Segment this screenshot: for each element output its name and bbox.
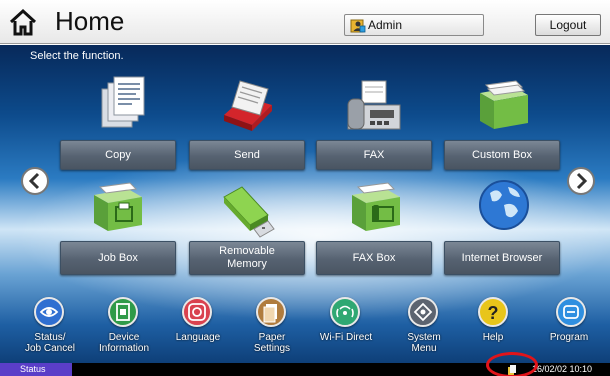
send-icon[interactable] [218, 75, 278, 135]
instruction-text: Select the function. [30, 50, 124, 62]
user-login-field: Admin [344, 14, 484, 36]
wifi-direct-label[interactable]: Wi-Fi Direct [311, 332, 381, 343]
program-label[interactable]: Program [534, 332, 604, 343]
svg-text:?: ? [488, 303, 499, 323]
wifi-icon[interactable] [330, 297, 360, 327]
fax-icon[interactable] [344, 77, 404, 137]
device-info-icon[interactable] [108, 297, 138, 327]
paper-settings-label[interactable]: Paper Settings [237, 332, 307, 354]
help-icon[interactable]: ? [478, 297, 508, 327]
device-information-label[interactable]: Device Information [89, 332, 159, 354]
copy-button[interactable]: Copy [60, 140, 176, 170]
send-button[interactable]: Send [189, 140, 305, 170]
user-name-label: Admin [368, 18, 403, 32]
highlight-circle [486, 352, 538, 376]
custom-box-icon[interactable] [474, 75, 534, 135]
program-icon[interactable] [556, 297, 586, 327]
system-menu-label[interactable]: System Menu [389, 332, 459, 354]
removable-memory-button[interactable]: Removable Memory [189, 241, 305, 275]
language-icon[interactable] [182, 297, 212, 327]
usb-memory-icon[interactable] [216, 183, 276, 243]
admin-user-icon [350, 19, 366, 33]
chevron-left-icon [28, 172, 40, 190]
header-bar: Home Admin Logout [0, 0, 610, 44]
status-icon[interactable] [34, 297, 64, 327]
internet-browser-button[interactable]: Internet Browser [444, 241, 560, 275]
system-menu-icon[interactable] [408, 297, 438, 327]
fax-box-icon[interactable] [346, 177, 406, 237]
paper-icon[interactable] [256, 297, 286, 327]
function-panel: Select the function. Copy Send FAX Custo… [0, 45, 610, 363]
globe-icon[interactable] [474, 175, 534, 235]
help-label[interactable]: Help [458, 332, 528, 343]
next-page-button[interactable] [567, 167, 595, 195]
custom-box-button[interactable]: Custom Box [444, 140, 560, 170]
home-icon[interactable] [8, 8, 38, 36]
job-box-button[interactable]: Job Box [60, 241, 176, 275]
fax-box-button[interactable]: FAX Box [316, 241, 432, 275]
page-title: Home [55, 6, 125, 36]
chevron-right-icon [576, 172, 588, 190]
status-job-cancel-label[interactable]: Status/Job Cancel [15, 332, 85, 354]
date-time: 16/02/02 10:10 [532, 364, 593, 374]
status-button[interactable]: Status [0, 363, 72, 376]
job-box-icon[interactable] [88, 177, 148, 237]
language-label[interactable]: Language [163, 332, 233, 343]
previous-page-button[interactable] [21, 167, 49, 195]
logout-button[interactable]: Logout [535, 14, 601, 36]
copy-icon[interactable] [92, 75, 152, 135]
fax-button[interactable]: FAX [316, 140, 432, 170]
